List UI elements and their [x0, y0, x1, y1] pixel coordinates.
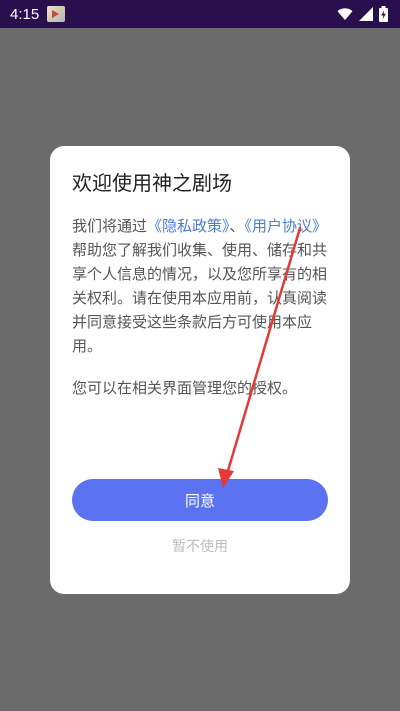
- privacy-consent-dialog: 欢迎使用神之剧场 我们将通过《隐私政策》、《用户协议》帮助您了解我们收集、使用、…: [50, 146, 350, 594]
- status-time: 4:15: [10, 5, 40, 23]
- status-bar: 4:15: [0, 0, 400, 28]
- body-separator: 、: [229, 217, 245, 235]
- dialog-note: 您可以在相关界面管理您的授权。: [72, 379, 298, 397]
- body-suffix: 帮助您了解我们收集、使用、储存和共享个人信息的情况，以及您所享有的相关权利。请在…: [72, 241, 328, 355]
- dialog-title: 欢迎使用神之剧场: [72, 171, 232, 195]
- body-prefix: 我们将通过: [72, 217, 148, 235]
- status-icons: [337, 6, 388, 22]
- privacy-policy-link[interactable]: 《隐私政策》: [147, 217, 230, 235]
- dialog-body: 我们将通过《隐私政策》、《用户协议》帮助您了解我们收集、使用、储存和共享个人信息…: [72, 214, 328, 358]
- decline-button[interactable]: 暂不使用: [50, 536, 350, 556]
- wifi-icon: [337, 7, 353, 21]
- signal-icon: [359, 7, 373, 21]
- user-agreement-link[interactable]: 《用户协议》: [245, 217, 328, 235]
- agree-button[interactable]: 同意: [72, 479, 328, 521]
- app-thumbnail-icon: [47, 6, 66, 22]
- battery-charging-icon: [379, 6, 388, 22]
